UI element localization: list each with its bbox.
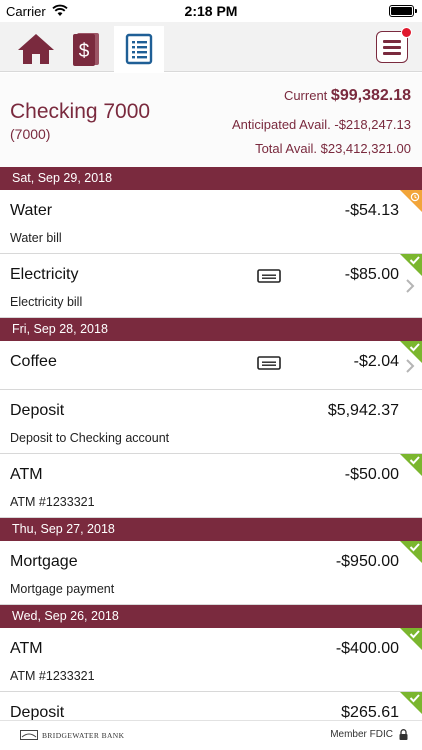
transaction-description: Electricity bill — [10, 295, 83, 309]
transaction-row[interactable]: Deposit $5,942.37 Deposit to Checking ac… — [0, 390, 422, 454]
fdic-notice: Member FDIC — [330, 729, 408, 740]
cleared-check-icon — [400, 628, 422, 650]
memo-icon — [257, 356, 281, 370]
transaction-title: Coffee — [10, 353, 57, 370]
transaction-title: Electricity — [10, 266, 79, 283]
transaction-description: Water bill — [10, 231, 62, 245]
transaction-description: Mortgage payment — [10, 582, 115, 596]
account-name: Checking 7000 — [10, 100, 151, 123]
transaction-list[interactable]: Sat, Sep 29, 2018 Water -$54.13 Water bi… — [0, 167, 422, 720]
transaction-description: ATM #1233321 — [10, 669, 95, 683]
tab-bills[interactable]: $ — [62, 26, 110, 72]
bank-name: BRIDGEWATER BANK — [42, 730, 125, 740]
current-balance: Current $99,382.18 — [284, 87, 411, 105]
transaction-amount: -$54.13 — [344, 202, 399, 219]
bridge-logo-icon — [20, 730, 38, 740]
account-number: (7000) — [10, 126, 51, 142]
date-header: Fri, Sep 28, 2018 — [0, 318, 422, 341]
total-balance-amount: $23,412,321.00 — [320, 141, 411, 156]
cleared-check-icon — [400, 541, 422, 563]
transaction-amount: -$50.00 — [344, 466, 399, 483]
transaction-row[interactable]: Water -$54.13 Water bill — [0, 190, 422, 254]
notification-badge — [401, 27, 412, 38]
hamburger-menu-icon — [383, 39, 401, 55]
transaction-title: Deposit — [10, 704, 65, 720]
top-navigation: $ — [0, 22, 422, 72]
cleared-check-icon — [400, 254, 422, 276]
transaction-row[interactable]: Mortgage -$950.00 Mortgage payment — [0, 541, 422, 605]
bills-dollar-icon: $ — [73, 33, 99, 66]
transaction-title: Water — [10, 202, 53, 219]
transaction-description: Deposit to Checking account — [10, 431, 170, 445]
cleared-check-icon — [400, 454, 422, 476]
transaction-row[interactable]: Electricity -$85.00 Electricity bill — [0, 254, 422, 318]
cleared-check-icon — [400, 692, 422, 714]
pending-clock-icon — [400, 190, 422, 212]
clock: 2:18 PM — [184, 3, 238, 19]
transaction-amount: -$2.04 — [353, 353, 399, 370]
transaction-amount: -$400.00 — [335, 640, 399, 657]
register-list-icon — [125, 33, 153, 65]
total-balance-label: Total Avail. — [255, 141, 317, 156]
bank-logo: BRIDGEWATER BANK — [20, 730, 124, 740]
fdic-label: Member FDIC — [330, 729, 393, 740]
current-balance-label: Current — [283, 88, 328, 103]
battery-icon — [389, 5, 417, 17]
menu-button[interactable] — [376, 27, 412, 63]
lock-icon — [399, 729, 408, 740]
date-header: Thu, Sep 27, 2018 — [0, 518, 422, 541]
home-icon — [18, 34, 54, 64]
transaction-row[interactable]: ATM -$50.00 ATM #1233321 — [0, 454, 422, 518]
transaction-title: Deposit — [10, 402, 65, 419]
tab-register[interactable] — [114, 26, 164, 72]
transaction-description: ATM #1233321 — [10, 495, 95, 509]
anticipated-balance-amount: -$218,247.13 — [334, 117, 411, 132]
footer: BRIDGEWATER BANK Member FDIC — [0, 720, 422, 750]
transaction-row[interactable]: Deposit $265.61 — [0, 692, 422, 720]
total-balance: Total Avail. $23,412,321.00 — [255, 141, 411, 156]
anticipated-balance-label: Anticipated Avail. — [231, 117, 331, 132]
transaction-amount: $5,942.37 — [327, 402, 399, 419]
transaction-amount: -$950.00 — [335, 553, 399, 570]
transaction-title: Mortgage — [10, 553, 78, 570]
current-balance-amount: $99,382.18 — [330, 87, 411, 104]
transaction-title: ATM — [10, 466, 43, 483]
memo-icon — [257, 269, 281, 283]
svg-text:$: $ — [79, 41, 90, 62]
transaction-row[interactable]: Coffee -$2.04 — [0, 341, 422, 390]
status-bar: Carrier 2:18 PM — [0, 0, 422, 22]
transaction-amount: -$85.00 — [344, 266, 399, 283]
transaction-title: ATM — [10, 640, 43, 657]
date-header: Sat, Sep 29, 2018 — [0, 167, 422, 190]
anticipated-balance: Anticipated Avail. -$218,247.13 — [232, 117, 411, 132]
chevron-right-icon — [406, 279, 415, 293]
account-summary: Checking 7000 (7000) Current $99,382.18 … — [0, 73, 422, 167]
transaction-amount: $265.61 — [341, 704, 399, 720]
cleared-check-icon — [400, 341, 422, 363]
date-header: Wed, Sep 26, 2018 — [0, 605, 422, 628]
transaction-row[interactable]: ATM -$400.00 ATM #1233321 — [0, 628, 422, 692]
tab-home[interactable] — [12, 26, 60, 72]
